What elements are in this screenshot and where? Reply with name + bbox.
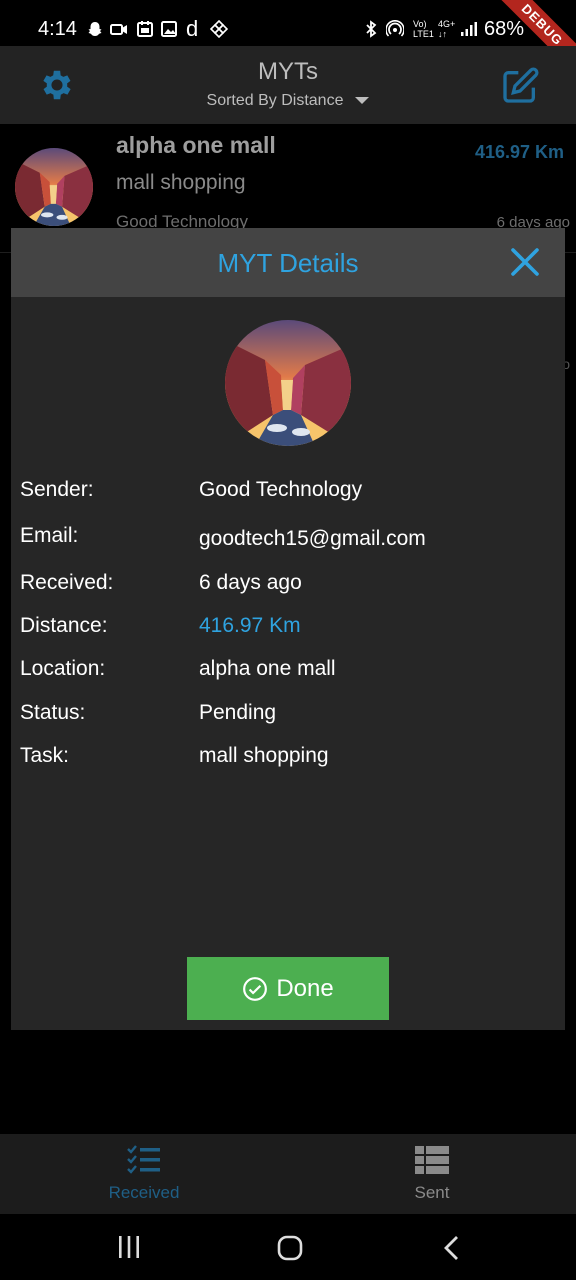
status-value: Pending: [199, 701, 277, 724]
distance-label: Distance:: [20, 614, 108, 637]
list-icon: [415, 1146, 449, 1174]
email-label: Email:: [20, 524, 79, 547]
app-bar: MYTs Sorted By Distance: [0, 46, 576, 124]
close-icon[interactable]: [507, 244, 543, 280]
task-label: Task:: [20, 744, 70, 767]
status-time: 4:14: [38, 18, 77, 40]
move-icon: [210, 20, 228, 38]
checklist-icon: [127, 1145, 160, 1174]
dialog-header: MYT Details: [11, 228, 565, 297]
myt-details-dialog: MYT Details Sender: Good Technology Emai…: [11, 228, 565, 1030]
home-icon[interactable]: [276, 1234, 304, 1262]
snapchat-icon: [88, 22, 102, 36]
received-value: 6 days ago: [199, 571, 302, 594]
calendar-icon: [137, 21, 153, 37]
system-nav-bar: [0, 1214, 576, 1280]
task-value: mall shopping: [199, 744, 329, 767]
signal-icon: [461, 22, 477, 36]
status-bar: 4:14 d Vo) LTE1 4G+ ↓↑ 68% DEBUG: [0, 0, 576, 83]
done-label: Done: [276, 974, 334, 1002]
dialog-title: MYT Details: [217, 248, 359, 278]
email-value: goodtech15@gmail.com: [199, 527, 426, 550]
detail-avatar: [225, 320, 351, 446]
list-item-title: alpha one mall: [116, 132, 276, 158]
chevron-down-icon: [355, 97, 370, 105]
video-icon: [110, 24, 127, 35]
sort-dropdown[interactable]: Sorted By Distance: [0, 92, 576, 110]
nav-label-received: Received: [108, 1183, 180, 1202]
recent-apps-icon[interactable]: [116, 1234, 142, 1260]
d-app-icon: d: [186, 16, 199, 41]
bottom-nav: Received Sent: [0, 1134, 576, 1214]
app-title: MYTs: [258, 58, 318, 85]
nav-label-sent: Sent: [414, 1183, 450, 1202]
distance-value: 416.97 Km: [199, 614, 301, 637]
status-label: Status:: [20, 701, 86, 724]
list-item-distance: 416.97 Km: [474, 142, 564, 162]
gallery-icon: [161, 21, 177, 37]
done-button[interactable]: Done: [187, 957, 389, 1020]
sender-label: Sender:: [20, 478, 94, 501]
hotspot-icon: [386, 20, 404, 37]
network-type-icon: 4G+ ↓↑: [438, 19, 456, 39]
list-item-task: mall shopping: [116, 171, 246, 194]
compose-icon[interactable]: [500, 66, 540, 106]
back-icon[interactable]: [440, 1234, 464, 1262]
received-label: Received:: [20, 571, 114, 594]
battery-level: 68%: [484, 18, 525, 40]
check-circle-icon: [243, 976, 268, 1001]
list-avatar: [15, 148, 93, 226]
lte-indicator: Vo) LTE1: [413, 19, 434, 39]
location-label: Location:: [20, 657, 106, 680]
bluetooth-icon: [366, 20, 377, 38]
sort-label: Sorted By Distance: [206, 92, 344, 109]
sender-value: Good Technology: [199, 478, 363, 501]
location-value: alpha one mall: [199, 657, 336, 680]
nav-item-received[interactable]: Received: [74, 1144, 214, 1203]
nav-item-sent[interactable]: Sent: [362, 1144, 502, 1203]
